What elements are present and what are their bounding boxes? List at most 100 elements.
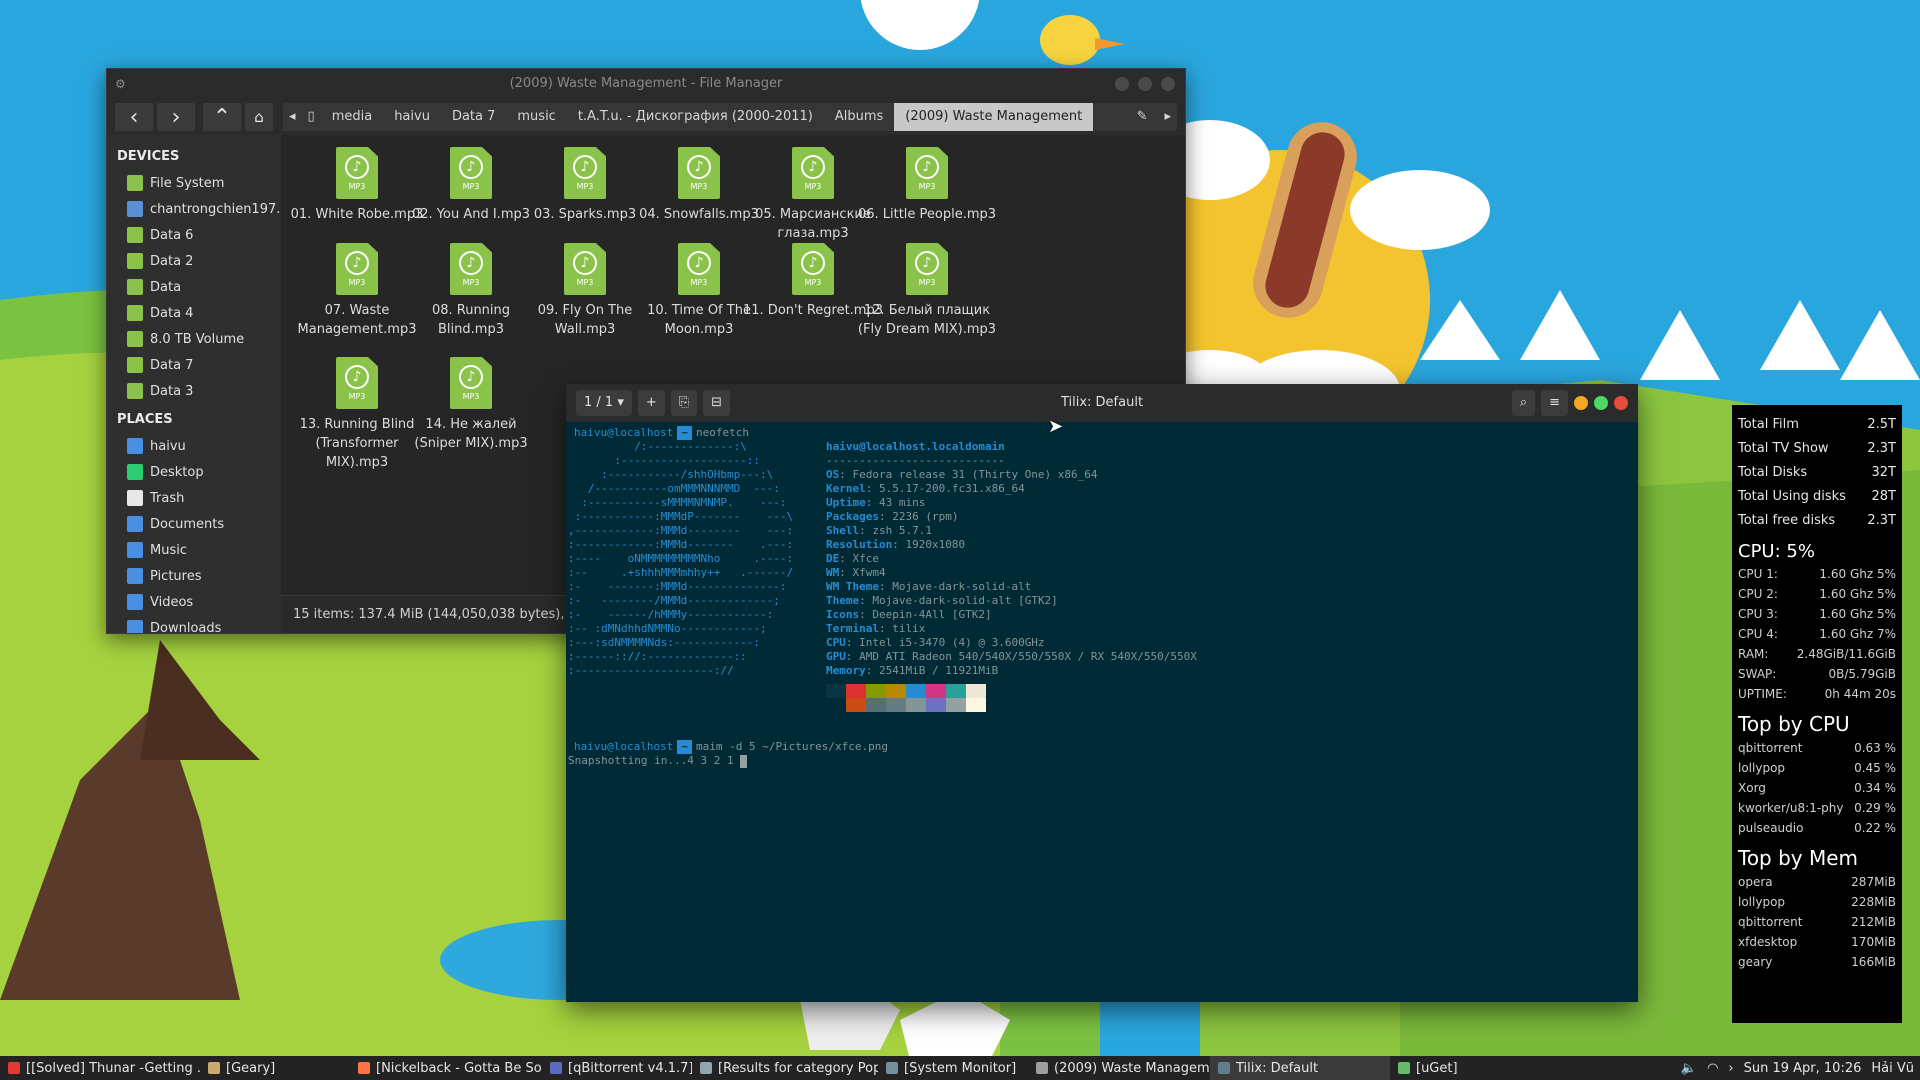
sidebar-item-device[interactable]: 8.0 TB Volume [107,326,281,352]
volume-icon[interactable]: 🔈 [1681,1061,1697,1076]
sidebar-item-place[interactable]: Music [107,537,281,563]
session-switcher-button[interactable]: 1 / 1 ▾ [576,390,632,416]
sidebar-item-place[interactable]: Desktop [107,459,281,485]
maximize-button[interactable] [1594,396,1608,410]
clock[interactable]: Sun 19 Apr, 10:26 [1744,1061,1862,1076]
color-swatch [846,698,866,712]
breadcrumb-item[interactable]: t.A.T.u. - Дискография (2000-2011) [567,103,824,131]
file-type-tag: MP3 [804,278,822,287]
window-menu-icon[interactable]: ⚙ [115,69,126,99]
breadcrumb-item[interactable]: music [506,103,566,131]
sidebar-item-device[interactable]: Data 7 [107,352,281,378]
close-button[interactable] [1161,77,1175,91]
terminal-window[interactable]: 1 / 1 ▾ + ⎘ ⊟ Tilix: Default ⌕ ≡ haivu@l… [566,384,1638,1002]
terminal-title: Tilix: Default [1060,395,1144,410]
taskbar: [[Solved] Thunar -Getting ... [Geary] [Nic… [0,1056,1920,1080]
top-mem-header: Top by Mem [1738,846,1859,870]
color-swatch [866,684,886,698]
color-swatch [886,698,906,712]
drive-icon [127,175,143,191]
drive-icon[interactable]: ▯ [302,103,321,131]
wifi-icon[interactable]: ◠ [1707,1061,1718,1076]
terminal-content[interactable]: haivu@localhost ~ neofetch /:-------------… [566,422,1638,1002]
maximize-button[interactable] [1138,77,1152,91]
split-down-button[interactable]: ⊟ [703,390,731,416]
user-name[interactable]: Hải Vũ [1871,1061,1914,1076]
up-button[interactable]: ⌃ [203,103,241,131]
conky-label: SWAP: [1738,667,1777,681]
taskbar-task[interactable]: [qBittorrent v4.1.7] [542,1056,692,1080]
breadcrumb-scroll-right-button[interactable]: ▸ [1158,103,1177,131]
taskbar-task[interactable]: [Geary] [200,1056,350,1080]
taskbar-task[interactable]: [Nickelback - Gotta Be So... [350,1056,542,1080]
taskbar-task[interactable]: [Results for category Pop... [692,1056,878,1080]
top-cpu-header: Top by CPU [1738,712,1850,736]
sidebar-item-place[interactable]: Downloads [107,615,281,633]
breadcrumb-item[interactable]: Albums [824,103,894,131]
tray-expand-icon[interactable]: › [1728,1061,1733,1076]
sidebar-item-device[interactable]: File System [107,170,281,196]
sidebar-item-device[interactable]: Data 6 [107,222,281,248]
conky-value: 2.3T [1867,513,1896,528]
sidebar-item-device[interactable]: Data 3 [107,378,281,404]
sidebar-item-place[interactable]: Trash [107,485,281,511]
terminal-titlebar[interactable]: 1 / 1 ▾ + ⎘ ⊟ Tilix: Default ⌕ ≡ [566,384,1638,422]
close-button[interactable] [1614,396,1628,410]
sidebar-item-device[interactable]: chantrongchien197... [107,196,281,222]
sidebar-item-place[interactable]: haivu [107,433,281,459]
split-right-button[interactable]: ⎘ [670,390,698,416]
file-item[interactable]: ♪ MP3 14. Не жалей (Sniper MIX).mp3 [401,357,541,453]
breadcrumb-item-current[interactable]: (2009) Waste Management [894,103,1094,131]
search-button[interactable]: ⌕ [1511,390,1536,416]
menu-button[interactable]: ≡ [1541,390,1568,416]
qbittorrent-icon [550,1062,562,1074]
add-session-button[interactable]: + [637,390,665,416]
info-value: Xfwm4 [852,566,886,579]
mp3-file-icon: ♪ MP3 [450,243,492,295]
conky-row: UPTIME: 0h 44m 20s [1738,684,1896,704]
sidebar-item-label: Trash [150,490,185,506]
file-item[interactable]: ♪ MP3 12. Белый плащик (Fly Dream MIX).mp3 [857,243,997,339]
taskbar-task[interactable]: [System Monitor] [878,1056,1028,1080]
info-colon: : [865,482,879,495]
minimize-button[interactable] [1115,77,1129,91]
neofetch-header: haivu@localhost.localdomain [826,440,1005,453]
music-note-icon: ♪ [687,155,711,179]
minimize-button[interactable] [1574,396,1588,410]
info-key: Theme [826,594,860,607]
sidebar-item-place[interactable]: Documents [107,511,281,537]
back-button[interactable]: ‹ [115,103,153,131]
breadcrumb-scroll-left-button[interactable]: ◂ [283,103,302,131]
file-manager-titlebar[interactable]: ⚙ (2009) Waste Management - File Manager [107,69,1185,99]
taskbar-task[interactable]: (2009) Waste Managemen... [1028,1056,1210,1080]
task-label: [uGet] [1416,1060,1458,1076]
file-type-tag: MP3 [576,182,594,191]
taskbar-task[interactable]: [uGet] [1390,1056,1490,1080]
file-type-tag: MP3 [348,182,366,191]
sidebar-item-place[interactable]: Videos [107,589,281,615]
info-colon: : [839,566,853,579]
home-button[interactable]: ⌂ [245,103,273,131]
breadcrumb-item[interactable]: haivu [383,103,441,131]
edit-location-icon[interactable]: ✎ [1126,103,1159,131]
sidebar-item-device[interactable]: Data [107,274,281,300]
taskbar-task[interactable]: Tilix: Default [1210,1056,1390,1080]
prompt-user: haivu@localhost [574,740,674,753]
taskbar-task[interactable]: [[Solved] Thunar -Getting ... [0,1056,200,1080]
cpu-header: CPU: 5% [1738,541,1815,562]
color-swatch [826,698,846,712]
sidebar-item-device[interactable]: Data 2 [107,248,281,274]
info-key: Packages [826,510,879,523]
sidebar-item-device[interactable]: Data 4 [107,300,281,326]
conky-label: Total Disks [1738,465,1808,480]
conky-value: 2.5T [1867,417,1896,432]
file-item[interactable]: ♪ MP3 06. Little People.mp3 [857,147,997,224]
mp3-file-icon: ♪ MP3 [792,243,834,295]
fedora-ascii-logo: /:-------------:\ :-------------------::… [568,440,794,677]
folder-icon [1036,1062,1048,1074]
sidebar-item-place[interactable]: Pictures [107,563,281,589]
forward-button[interactable]: › [157,103,195,131]
breadcrumb-item[interactable]: Data 7 [441,103,506,131]
sidebar-item-label: Data 2 [150,253,194,269]
breadcrumb-item[interactable]: media [321,103,384,131]
